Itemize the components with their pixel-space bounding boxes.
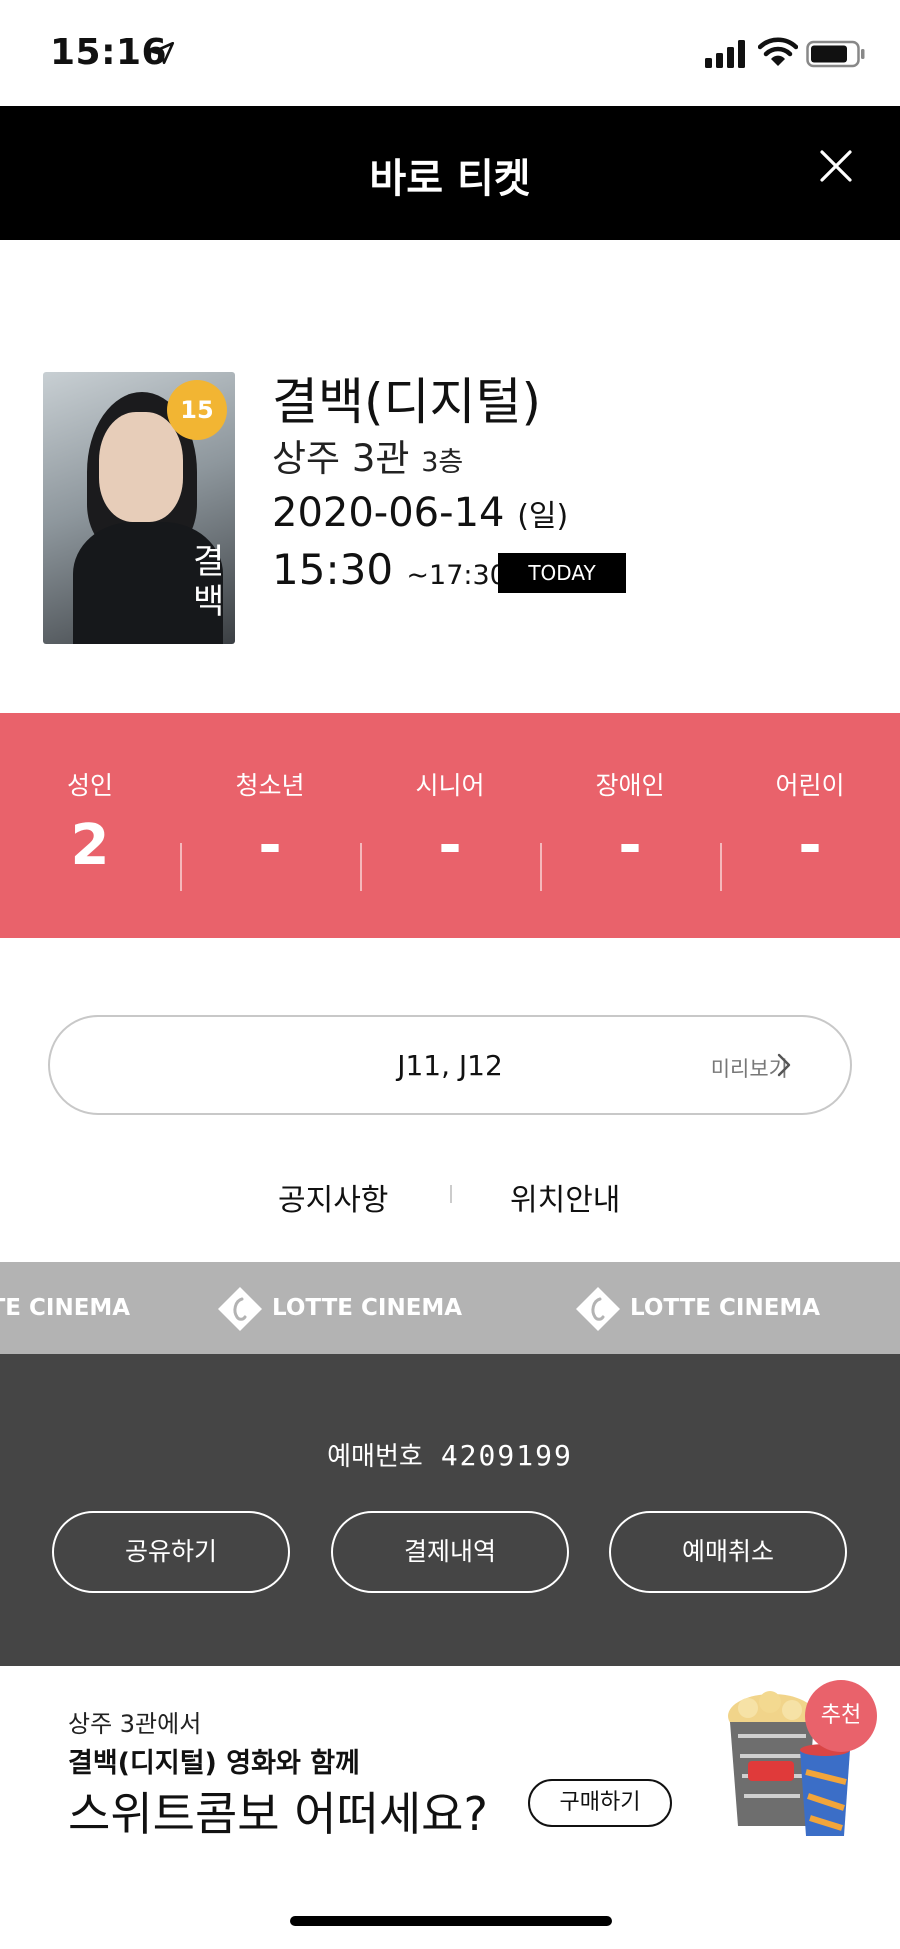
reservation-number-label: 예매번호 [327,1442,423,1472]
location-link[interactable]: 위치안내 [510,1175,620,1219]
home-indicator[interactable] [290,1916,612,1926]
lotte-logo-icon [576,1286,620,1331]
audience-senior: 시니어 - [360,713,540,938]
brand-logo-item: LOTTE CINEMA [0,1286,130,1330]
page-title: 바로 티켓 [369,156,531,202]
brand-name: LOTTE CINEMA [630,1295,821,1321]
wifi-icon [758,37,798,66]
reservation-panel: 예매번호 4209199 공유하기 결제내역 예매취소 [0,1354,900,1666]
audience-summary: 성인 2 청소년 - 시니어 - 장애인 - 어린이 - [0,713,900,938]
audience-count: - [618,813,642,878]
audience-label: 어린이 [775,771,845,800]
share-button[interactable]: 공유하기 [52,1511,290,1593]
theater-floor: 3층 [421,447,464,478]
movie-title: 결백(디지털) [272,373,542,431]
brand-name: LOTTE CINEMA [272,1295,463,1321]
payment-history-button[interactable]: 결제내역 [331,1511,569,1593]
show-date: 2020-06-14 (일) [272,490,568,536]
audience-count: - [258,813,282,878]
audience-child: 어린이 - [720,713,900,938]
link-divider [450,1185,452,1203]
audience-adult: 성인 2 [0,713,180,938]
show-end-time: ~17:30 [406,560,507,591]
combo-promo-banner[interactable]: 상주 3관에서 결백(디지털) 영화와 함께 스위트콤보 어떠세요? 구매하기 … [0,1666,900,1949]
show-time: 15:30 ~17:30 [272,545,507,594]
lotte-logo-icon [218,1286,262,1331]
audience-label: 장애인 [595,771,665,800]
chevron-right-icon [777,1053,791,1077]
brand-logo-item: LOTTE CINEMA [576,1286,821,1331]
notice-link[interactable]: 공지사항 [278,1175,388,1219]
theater-name: 상주 3관 [272,437,410,480]
brand-banner: LOTTE CINEMA LOTTE CINEMA LOTTE CINEMA [0,1262,900,1354]
buy-button[interactable]: 구매하기 [528,1779,672,1827]
audience-count: 2 [70,813,110,878]
reservation-number: 예매번호 4209199 [0,1436,900,1473]
age-rating-badge: 15 [167,380,227,440]
today-badge: TODAY [498,553,626,593]
audience-count: - [438,813,462,878]
audience-label: 청소년 [235,771,305,800]
audience-disabled: 장애인 - [540,713,720,938]
show-date-value: 2020-06-14 [272,490,505,536]
recommend-badge: 추천 [805,1680,877,1752]
theater-info: 상주 3관 3층 [272,428,463,482]
battery-icon [806,40,865,68]
location-arrow-icon [151,41,175,65]
cancel-reservation-button[interactable]: 예매취소 [609,1511,847,1593]
show-start-time: 15:30 [272,545,394,594]
promo-line2: 결백(디지털) 영화와 함께 [68,1748,360,1779]
close-icon[interactable] [816,146,856,186]
brand-name: LOTTE CINEMA [0,1295,131,1321]
promo-headline: 스위트콤보 어떠세요? [68,1787,488,1841]
audience-label: 시니어 [415,771,485,800]
show-day-of-week: (일) [517,499,569,534]
poster-title: 결백 [193,542,225,622]
reservation-number-value: 4209199 [440,1439,573,1472]
audience-count: - [798,813,822,878]
brand-logo-item: LOTTE CINEMA [218,1286,463,1331]
promo-line1: 상주 3관에서 [68,1710,202,1738]
audience-label: 성인 [66,771,113,800]
seat-preview-button[interactable]: J11, J12 미리보기 [48,1015,852,1115]
audience-youth: 청소년 - [180,713,360,938]
cellular-signal-icon [705,40,745,68]
status-bar: 15:16 [0,0,900,106]
ticket-header: 바로 티켓 [0,106,900,240]
